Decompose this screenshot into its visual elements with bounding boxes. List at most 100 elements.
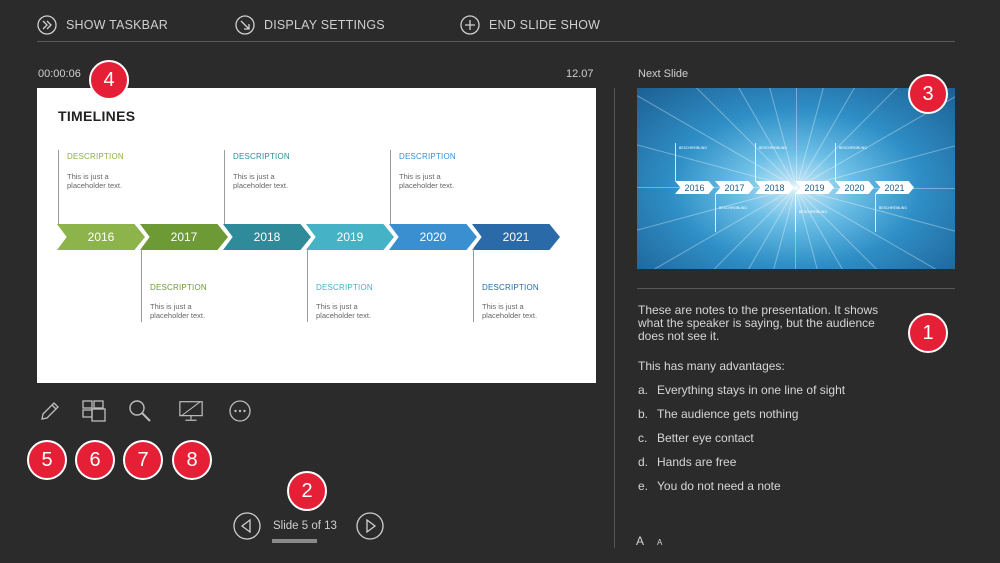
timeline-connector <box>224 150 225 226</box>
elapsed-timer[interactable]: 00:00:06 <box>38 68 81 80</box>
timeline-description: DESCRIPTION <box>233 152 290 161</box>
zoom-button[interactable] <box>127 398 153 424</box>
timeline-arrow-2016: 2016 <box>57 224 145 250</box>
timeline-description: DESCRIPTION <box>316 283 373 292</box>
timeline-description: DESCRIPTION <box>399 152 456 161</box>
preview-description: BESCHREIBUNG <box>679 146 708 150</box>
notes-list-item: b. The audience gets nothing <box>638 407 798 421</box>
timeline-arrow-2018: 2018 <box>223 224 311 250</box>
placeholder-text: This is just a placeholder text. <box>399 172 455 190</box>
next-slide-preview[interactable]: BESCHREIBUNG BESCHREIBUNG BESCHREIBUNG 2… <box>637 88 955 269</box>
speaker-notes[interactable]: These are notes to the presentation. It … <box>638 304 898 343</box>
previous-slide-button[interactable] <box>233 512 261 540</box>
see-all-slides-button[interactable] <box>81 398 107 424</box>
show-taskbar-button[interactable]: SHOW TASKBAR <box>37 14 168 36</box>
timeline-description: DESCRIPTION <box>67 152 124 161</box>
notes-list-text: The audience gets nothing <box>657 407 799 421</box>
preview-streak <box>796 88 927 189</box>
next-icon <box>356 512 384 540</box>
next-slide-label: Next Slide <box>638 68 689 80</box>
callout-badge: 8 <box>172 440 212 480</box>
preview-streak <box>727 187 796 269</box>
placeholder-text: This is just a placeholder text. <box>316 302 372 320</box>
display-settings-button[interactable]: DISPLAY SETTINGS <box>235 14 385 36</box>
show-taskbar-icon <box>37 15 57 35</box>
notes-list-text: Everything stays in one line of sight <box>657 383 846 397</box>
callout-badge: 5 <box>27 440 67 480</box>
preview-arrow-2019: 2019 <box>795 181 834 194</box>
notes-list-text: Hands are free <box>657 455 737 469</box>
notes-list-letter: b. <box>638 407 649 421</box>
preview-description: BESCHREIBUNG <box>719 206 748 210</box>
notes-list-letter: e. <box>638 479 649 493</box>
callout-badge: 2 <box>287 471 327 511</box>
preview-connector <box>875 194 876 232</box>
see-all-slides-icon <box>82 400 106 422</box>
end-slide-show-button[interactable]: END SLIDE SHOW <box>460 14 600 36</box>
timeline-arrow-2020: 2020 <box>389 224 477 250</box>
end-slide-show-icon <box>460 15 480 35</box>
increase-font-button[interactable]: A <box>636 534 644 548</box>
callout-badge: 7 <box>123 440 163 480</box>
end-slide-show-label: END SLIDE SHOW <box>489 18 601 32</box>
timeline-connector <box>58 150 59 226</box>
placeholder-text: This is just a placeholder text. <box>482 302 538 320</box>
notes-list-text: Better eye contact <box>657 431 754 445</box>
current-slide[interactable]: TIMELINES DESCRIPTION This is just a plac… <box>37 88 596 383</box>
notes-divider <box>637 288 955 289</box>
preview-streak <box>666 88 797 188</box>
slide-progress-bar <box>272 539 317 543</box>
timeline-arrow-2017: 2017 <box>140 224 228 250</box>
previous-icon <box>233 512 261 540</box>
decrease-font-button[interactable]: A <box>657 538 662 547</box>
preview-description: BESCHREIBUNG <box>799 210 828 214</box>
notes-list-letter: a. <box>638 383 649 397</box>
taskbar-divider <box>37 41 955 42</box>
callout-badge: 1 <box>908 313 948 353</box>
preview-streak <box>795 187 864 269</box>
display-settings-icon <box>235 15 255 35</box>
preview-description: BESCHREIBUNG <box>759 146 788 150</box>
notes-list-letter: d. <box>638 455 649 469</box>
preview-streak <box>796 88 797 188</box>
placeholder-text: This is just a placeholder text. <box>67 172 123 190</box>
preview-arrow-2021: 2021 <box>875 181 914 194</box>
preview-streak <box>637 119 797 188</box>
display-settings-label: DISPLAY SETTINGS <box>264 18 385 32</box>
notes-list-item: c. Better eye contact <box>638 431 754 445</box>
pane-divider[interactable] <box>614 88 615 548</box>
timeline-arrow-2019: 2019 <box>306 224 394 250</box>
preview-connector <box>675 143 676 181</box>
placeholder-text: This is just a placeholder text. <box>150 302 206 320</box>
black-screen-icon <box>179 401 203 421</box>
next-slide-button[interactable] <box>356 512 384 540</box>
more-options-button[interactable] <box>227 398 253 424</box>
preview-streak <box>796 120 955 189</box>
callout-badge: 3 <box>908 74 948 114</box>
more-options-icon <box>229 400 251 422</box>
notes-heading: This has many advantages: <box>638 359 785 373</box>
show-taskbar-label: SHOW TASKBAR <box>66 18 168 32</box>
black-screen-button[interactable] <box>178 398 204 424</box>
preview-description: BESCHREIBUNG <box>839 146 868 150</box>
timeline-connector <box>390 150 391 226</box>
callout-badge: 4 <box>89 60 129 100</box>
notes-list-letter: c. <box>638 431 648 445</box>
preview-arrow-2018: 2018 <box>755 181 794 194</box>
timeline-arrow-2021: 2021 <box>472 224 560 250</box>
placeholder-text: This is just a placeholder text. <box>233 172 289 190</box>
slide-counter[interactable]: Slide 5 of 13 <box>273 520 337 532</box>
preview-connector <box>715 194 716 232</box>
callout-badge: 6 <box>75 440 115 480</box>
timeline-connector <box>473 248 474 322</box>
preview-streak <box>637 186 796 255</box>
timeline-description: DESCRIPTION <box>150 283 207 292</box>
zoom-icon <box>129 400 151 422</box>
pen-tool-button[interactable] <box>37 398 63 424</box>
clock: 12.07 <box>566 68 594 80</box>
notes-list-item: e. You do not need a note <box>638 479 781 493</box>
pen-icon <box>41 402 59 420</box>
preview-connector <box>835 143 836 181</box>
preview-arrow-2020: 2020 <box>835 181 874 194</box>
notes-list-item: a. Everything stays in one line of sight <box>638 383 845 397</box>
